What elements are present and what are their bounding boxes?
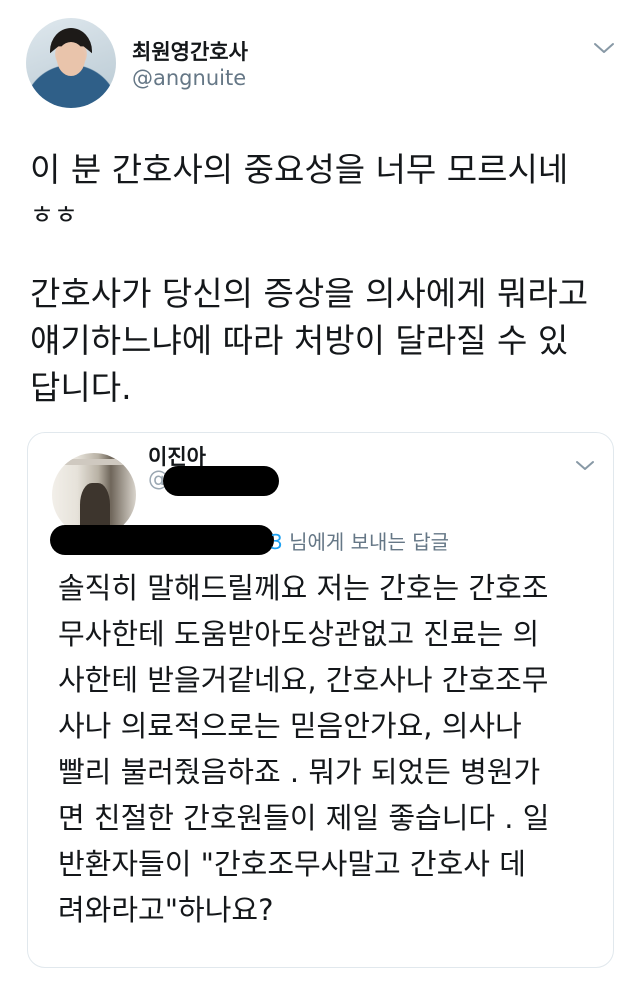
tweet-text-line: 답니다. xyxy=(30,368,132,407)
reply-suffix: 님에게 보내는 답글 xyxy=(282,530,450,554)
tweet-text-line: ㅎㅎ xyxy=(30,201,78,231)
quoted-text-line: 무사한테 도움받아도상관없고 진료는 의 xyxy=(58,617,540,651)
author-avatar[interactable] xyxy=(26,18,116,108)
redaction-bar xyxy=(50,525,274,555)
quoted-text-line: 반환자들이 "간호조무사말고 간호사 데 xyxy=(58,847,526,881)
chevron-down-icon[interactable] xyxy=(574,459,596,473)
quoted-tweet-card[interactable]: 이진아 @ 3 님에게 보내는 답글 솔직히 말해드릴께요 저는 간호는 간호조… xyxy=(27,432,614,968)
quoted-text-line: 빨리 불러줬음하죠 . 뭐가 되었든 병원가 xyxy=(58,755,541,789)
replying-to-label: 3 님에게 보내는 답글 xyxy=(270,526,449,555)
reply-mention-link[interactable]: 3 xyxy=(270,530,283,554)
tweet-text-paragraph-2: 간호사가 당신의 증상을 의사에게 뭐라고 얘기하느냐에 따라 처방이 달라질 … xyxy=(30,270,620,411)
redaction-bar xyxy=(163,466,279,496)
quoted-text-line: 솔직히 말해드릴께요 저는 간호는 간호조 xyxy=(58,571,549,605)
avatar-detail xyxy=(62,459,126,465)
avatar-face xyxy=(57,42,85,76)
tweet-text-paragraph-1: 이 분 간호사의 중요성을 너무 모르시네 ㅎㅎ xyxy=(30,146,620,240)
quoted-text-line: 사한테 받을거같네요, 간호사나 간호조무 xyxy=(58,663,549,697)
quoted-text-line: 려와라고"하나요? xyxy=(58,893,274,927)
quoted-text-line: 사나 의료적으로는 믿음안가요, 의사나 xyxy=(58,709,522,743)
quoted-tweet-text: 솔직히 말해드릴께요 저는 간호는 간호조 무사한테 도움받아도상관없고 진료는… xyxy=(58,565,598,933)
chevron-down-icon[interactable] xyxy=(592,40,616,56)
author-name[interactable]: 최원영간호사 xyxy=(132,36,248,66)
tweet-text-line: 이 분 간호사의 중요성을 너무 모르시네 xyxy=(30,150,569,189)
tweet-text-line: 간호사가 당신의 증상을 의사에게 뭐라고 xyxy=(30,274,589,313)
quoted-text-line: 면 친절한 간호원들이 제일 좋습니다 . 일 xyxy=(58,801,550,835)
author-handle[interactable]: @angnuite xyxy=(132,66,246,90)
tweet-text-line: 얘기하느냐에 따라 처방이 달라질 수 있 xyxy=(30,321,569,360)
